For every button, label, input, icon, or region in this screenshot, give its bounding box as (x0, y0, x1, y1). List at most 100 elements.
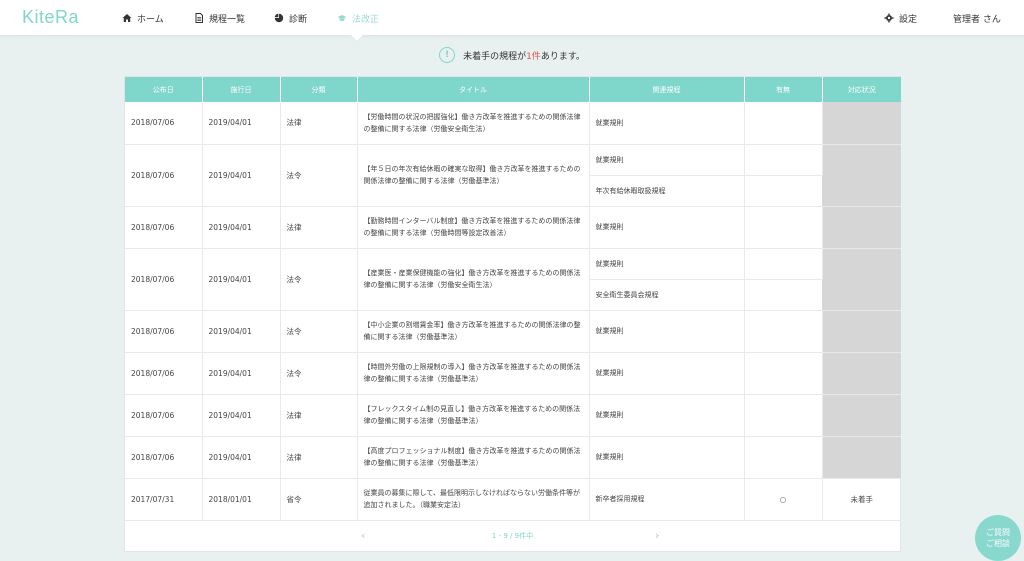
column-header: 関連規程 (589, 77, 745, 102)
effective-date-cell: 2019/04/01 (202, 394, 281, 437)
table-row[interactable]: 2018/07/06 2019/04/01 法令 【時間外労働の上限規制の導入】働き方… (125, 352, 901, 395)
law-revision-table: 公布日 施行日 分類 タイトル 関連規程 有無 対応状況 2018/07/06 2019/04… (125, 77, 901, 521)
table-row[interactable]: 2018/07/06 2019/04/01 法令 【中小企業の割増賃金率】働き方改革を… (125, 310, 901, 353)
publish-date-cell: 2018/07/06 (125, 248, 203, 311)
has-flag-cell (744, 352, 823, 395)
table-row[interactable]: 2018/07/06 2019/04/01 法令 【産業医・産業保健機能の強化】働き方… (125, 248, 901, 311)
table-row[interactable]: 2018/07/06 2019/04/01 法令 【年５日の年次有給休暇の確実な取得】… (125, 144, 901, 207)
category-cell: 法令 (280, 310, 358, 353)
table-row[interactable]: 2018/07/06 2019/04/01 法律 【労働時間の状況の把握強化】働き方改… (125, 102, 901, 145)
nav-settings-label: 設定 (899, 14, 918, 25)
has-flag-cell (744, 206, 823, 249)
user-name: 管理者 さん (953, 14, 1001, 25)
help-line-2: ご相談 (986, 539, 1010, 548)
effective-date-cell: 2019/04/01 (202, 248, 281, 311)
nav-law-revision-label: 法改正 (352, 14, 380, 25)
has-flag-cell (744, 394, 823, 437)
related-rule-cell[interactable]: 就業規則 (589, 144, 745, 176)
has-flag-cell (744, 175, 822, 207)
status-cell[interactable] (822, 144, 901, 207)
column-header: 対応状況 (822, 77, 901, 102)
publish-date-cell: 2018/07/06 (125, 352, 203, 395)
title-cell[interactable]: 【勤務時間インターバル制度】働き方改革を推進するための関係法律の整備に関する法律… (357, 206, 590, 249)
has-flag-cell: ○ (744, 478, 823, 521)
status-cell[interactable] (822, 310, 901, 353)
related-rule-cell[interactable]: 年次有給休暇取扱規程 (589, 175, 745, 207)
next-page-button[interactable]: › (655, 529, 659, 542)
related-rule-cell[interactable]: 就業規則 (589, 436, 745, 479)
table-row[interactable]: 2018/07/06 2019/04/01 法律 【勤務時間インターバル制度】働き方改… (125, 206, 901, 249)
title-cell[interactable]: 【中小企業の割増賃金率】働き方改革を推進するための関係法律の整備に関する法律（労… (357, 310, 590, 353)
app-logo[interactable]: KiteRa (22, 7, 79, 28)
has-flag-cell (744, 144, 823, 176)
title-cell[interactable]: 【労働時間の状況の把握強化】働き方改革を推進するための関係法律の整備に関する法律… (357, 102, 590, 145)
title-cell[interactable]: 【高度プロフェッショナル制度】働き方改革を推進するための関係法律の整備に関する法… (357, 436, 590, 479)
help-chat-button[interactable]: ご質問 ご相談 (975, 515, 1021, 561)
nav-home[interactable]: ホーム (122, 11, 164, 25)
status-cell[interactable]: 未着手 (822, 478, 901, 521)
publish-date-cell: 2018/07/06 (125, 102, 203, 145)
column-header: タイトル (357, 77, 590, 102)
table-header-row: 公布日 施行日 分類 タイトル 関連規程 有無 対応状況 (125, 77, 901, 102)
title-cell[interactable]: 【産業医・産業保健機能の強化】働き方改革を推進するための関係法律の整備に関する法… (357, 248, 590, 311)
status-cell[interactable] (822, 248, 901, 311)
prev-page-button[interactable]: ‹ (361, 529, 365, 542)
effective-date-cell: 2019/04/01 (202, 310, 281, 353)
effective-date-cell: 2019/04/01 (202, 436, 281, 479)
related-rule-cell[interactable]: 就業規則 (589, 352, 745, 395)
nav-diagnosis[interactable]: 診断 (274, 11, 307, 25)
status-cell[interactable] (822, 102, 901, 145)
related-rule-cell[interactable]: 就業規則 (589, 394, 745, 437)
column-header: 有無 (744, 77, 823, 102)
category-cell: 法令 (280, 248, 358, 311)
title-cell[interactable]: 【時間外労働の上限規制の導入】働き方改革を推進するための関係法律の整備に関する法… (357, 352, 590, 395)
table-row[interactable]: 2018/07/06 2019/04/01 法律 【高度プロフェッショナル制度】働き方… (125, 436, 901, 479)
publish-date-cell: 2017/07/31 (125, 478, 203, 521)
category-cell: 法律 (280, 394, 358, 437)
effective-date-cell: 2018/01/01 (202, 478, 281, 521)
table-row[interactable]: 2018/07/06 2019/04/01 法律 【フレックスタイム制の見直し】働き方… (125, 394, 901, 437)
nav-law-revision[interactable]: 法改正 (337, 11, 379, 25)
table-body: 2018/07/06 2019/04/01 法律 【労働時間の状況の把握強化】働き方改… (125, 102, 901, 521)
column-header: 公布日 (125, 77, 203, 102)
top-nav-bar: KiteRa ホーム 規程一覧 診断 法改正 設定 管理者 さん (0, 0, 1024, 36)
column-header: 分類 (280, 77, 358, 102)
nav-rules-list[interactable]: 規程一覧 (194, 11, 245, 25)
category-cell: 省令 (280, 478, 358, 521)
nav-home-label: ホーム (137, 14, 164, 25)
category-cell: 法律 (280, 102, 358, 145)
user-menu[interactable]: 管理者 さん (953, 11, 1001, 25)
has-flag-cell (744, 102, 823, 145)
active-nav-pointer (351, 35, 363, 41)
related-rule-cell[interactable]: 就業規則 (589, 310, 745, 353)
status-cell[interactable] (822, 394, 901, 437)
publish-date-cell: 2018/07/06 (125, 394, 203, 437)
effective-date-cell: 2019/04/01 (202, 206, 281, 249)
law-revision-table-container: 公布日 施行日 分類 タイトル 関連規程 有無 対応状況 2018/07/06 2019/04… (124, 76, 901, 552)
category-cell: 法律 (280, 206, 358, 249)
table-row[interactable]: 2017/07/31 2018/01/01 省令 従業員の募集に際して、最低限明示しな… (125, 478, 901, 521)
notice-suffix: あります。 (540, 51, 585, 62)
has-flag-cell (744, 310, 823, 353)
status-cell[interactable] (822, 206, 901, 249)
related-rule-cell[interactable]: 安全衛生委員会規程 (589, 279, 745, 311)
category-cell: 法令 (280, 144, 358, 207)
title-cell[interactable]: 従業員の募集に際して、最低限明示しなければならない労働条件等が追加されました。（… (357, 478, 590, 521)
pagination-info: 1 - 9 / 9件中 (491, 531, 534, 540)
title-cell[interactable]: 【年５日の年次有給休暇の確実な取得】働き方改革を推進するための関係法律の整備に関… (357, 144, 590, 207)
status-cell[interactable] (822, 352, 901, 395)
related-rule-cell[interactable]: 就業規則 (589, 248, 745, 280)
effective-date-cell: 2019/04/01 (202, 144, 281, 207)
status-cell[interactable] (822, 436, 901, 479)
nav-settings[interactable]: 設定 (884, 11, 917, 25)
publish-date-cell: 2018/07/06 (125, 310, 203, 353)
title-cell[interactable]: 【フレックスタイム制の見直し】働き方改革を推進するための関係法律の整備に関する法… (357, 394, 590, 437)
has-flag-cell (744, 279, 822, 311)
related-rule-cell[interactable]: 就業規則 (589, 206, 745, 249)
nav-diagnosis-label: 診断 (289, 14, 308, 25)
graduation-cap-icon (337, 15, 347, 22)
related-rule-cell[interactable]: 新卒者採用規程 (589, 478, 745, 521)
related-rule-cell[interactable]: 就業規則 (589, 102, 745, 145)
gear-icon (884, 13, 894, 23)
unstarted-notice: ! 未着手の規程が1件あります。 (0, 47, 1024, 63)
